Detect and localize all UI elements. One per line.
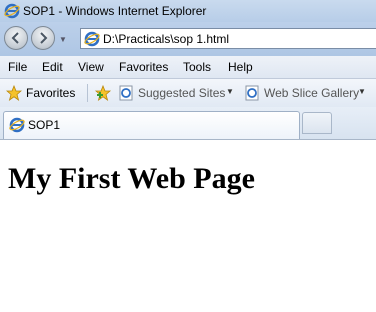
window-title: SOP1 - Windows Internet Explorer xyxy=(23,4,207,18)
menu-bar: File Edit View Favorites Tools Help xyxy=(0,56,376,79)
page-icon xyxy=(84,31,100,50)
tab-bar: SOP1 xyxy=(0,107,376,140)
menu-help[interactable]: Help xyxy=(228,60,253,74)
page-content: My First Web Page xyxy=(0,140,376,312)
new-tab-button[interactable] xyxy=(302,112,332,134)
web-slice-dropdown-icon[interactable]: ▼ xyxy=(358,87,366,96)
navigation-bar: ▼ D:\Practicals\sop 1.html xyxy=(0,22,376,56)
web-slice-icon xyxy=(245,85,259,104)
menu-view[interactable]: View xyxy=(78,60,104,74)
menu-edit[interactable]: Edit xyxy=(42,60,63,74)
menu-file[interactable]: File xyxy=(8,60,27,74)
title-bar: SOP1 - Windows Internet Explorer xyxy=(0,0,376,22)
back-arrow-icon xyxy=(11,32,19,44)
suggested-sites-icon xyxy=(119,85,133,104)
recent-pages-dropdown[interactable]: ▼ xyxy=(59,35,67,44)
menu-favorites[interactable]: Favorites xyxy=(119,60,168,74)
browser-chrome: SOP1 - Windows Internet Explorer ▼ D:\Pr… xyxy=(0,0,376,140)
back-button[interactable] xyxy=(4,26,28,50)
web-slice-gallery-link[interactable]: Web Slice Gallery xyxy=(264,86,359,100)
add-favorites-icon[interactable] xyxy=(94,84,112,105)
address-bar[interactable]: D:\Practicals\sop 1.html xyxy=(80,28,376,49)
star-icon[interactable] xyxy=(5,84,23,104)
menu-tools[interactable]: Tools xyxy=(183,60,211,74)
tab-label: SOP1 xyxy=(28,118,61,132)
suggested-sites-link[interactable]: Suggested Sites xyxy=(138,86,225,100)
favorites-bar: Favorites Suggested Sites ▼ Web Slice Ga… xyxy=(0,79,376,107)
favorites-button[interactable]: Favorites xyxy=(26,86,75,100)
address-url[interactable]: D:\Practicals\sop 1.html xyxy=(103,32,229,46)
suggested-sites-dropdown-icon[interactable]: ▼ xyxy=(226,87,234,96)
forward-arrow-icon xyxy=(40,32,48,44)
page-heading: My First Web Page xyxy=(8,162,255,195)
tab-ie-icon xyxy=(9,117,25,136)
favorites-separator xyxy=(87,84,88,102)
tab-sop1[interactable]: SOP1 xyxy=(3,111,300,139)
forward-button[interactable] xyxy=(31,26,55,50)
ie-icon xyxy=(4,3,20,22)
